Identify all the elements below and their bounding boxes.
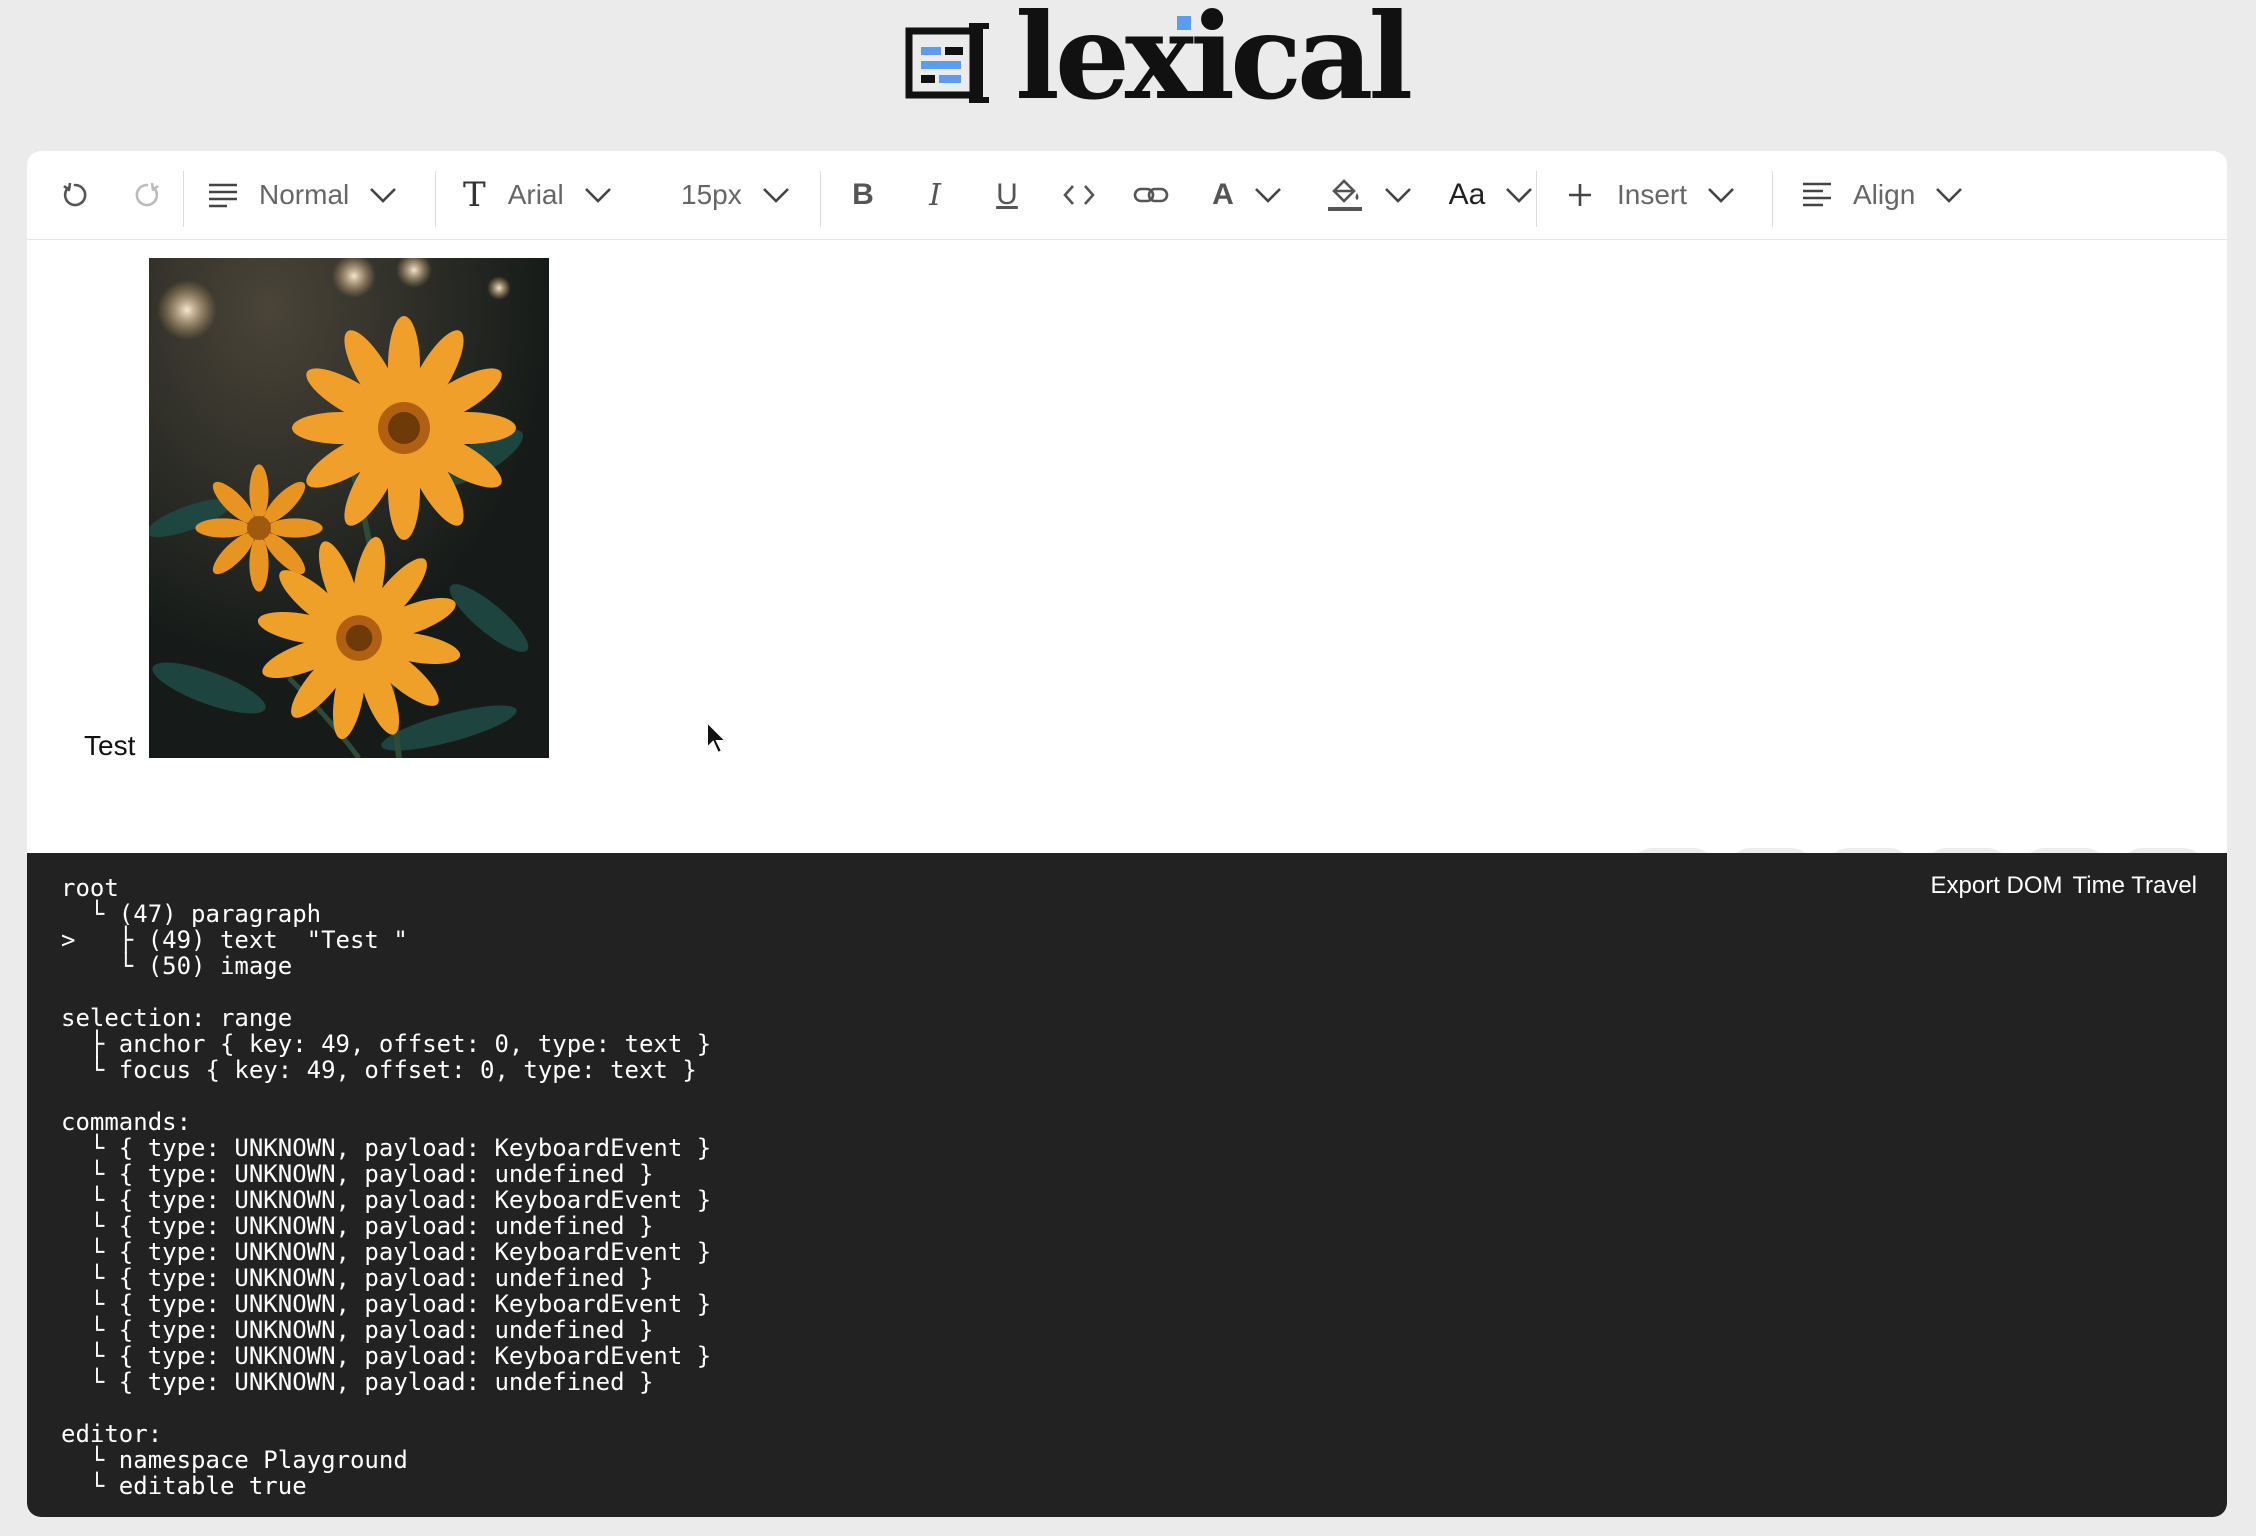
tree-view-output: root └ (47) paragraph > ├ (49) text "Test…: [61, 875, 711, 1499]
undo-icon: [63, 182, 87, 207]
link-icon: [1133, 187, 1169, 203]
tree-view-panel: Export DOM Time Travel root └ (47) parag…: [27, 853, 2227, 1517]
align-label: Align: [1853, 179, 1916, 210]
tree-line: └ { type: UNKNOWN, payload: KeyboardEven…: [61, 1134, 712, 1162]
tree-line: root: [61, 874, 119, 902]
toolbar-divider: [1536, 171, 1537, 227]
logo-text: lexical: [1015, 0, 1413, 126]
redo-icon: [135, 182, 159, 207]
chevron-down-icon: [584, 188, 611, 203]
tree-line: └ { type: UNKNOWN, payload: KeyboardEven…: [61, 1238, 712, 1266]
chevron-down-icon: [1254, 188, 1281, 203]
insert-dropdown[interactable]: Insert: [1567, 165, 1779, 225]
plus-icon: [1569, 184, 1591, 206]
tree-line: [61, 979, 711, 1005]
tree-line: └ namespace Playground: [61, 1446, 408, 1474]
tree-line: └ focus { key: 49, offset: 0, type: text…: [61, 1056, 697, 1084]
insert-label: Insert: [1617, 179, 1688, 210]
toolbar: Normal T Arial 15px B I U A Aa Insert Al…: [27, 151, 2227, 240]
export-dom-button[interactable]: Export DOM: [1931, 873, 2063, 899]
tree-line: └ { type: UNKNOWN, payload: undefined }: [61, 1316, 654, 1344]
font-family-icon: T: [463, 175, 486, 215]
underline-button[interactable]: U: [979, 165, 1035, 225]
link-button[interactable]: [1123, 165, 1179, 225]
tree-line: └ { type: UNKNOWN, payload: KeyboardEven…: [61, 1186, 712, 1214]
toolbar-divider: [183, 171, 184, 227]
tree-line: └ { type: UNKNOWN, payload: undefined }: [61, 1368, 654, 1396]
tree-line: └ (47) paragraph: [61, 900, 322, 928]
font-color-icon: A: [1212, 178, 1234, 211]
code-button[interactable]: [1051, 165, 1107, 225]
paragraph-icon: [209, 183, 237, 208]
editor-content[interactable]: Test: [27, 240, 2227, 939]
chevron-down-icon: [1936, 188, 1963, 203]
block-type-dropdown[interactable]: Normal: [207, 165, 427, 225]
tree-line: └ (50) image: [61, 952, 293, 980]
editor-shell: Normal T Arial 15px B I U A Aa Insert Al…: [27, 151, 2227, 1517]
chevron-down-icon: [1708, 188, 1734, 203]
toolbar-divider: [435, 171, 436, 227]
time-travel-button[interactable]: Time Travel: [2073, 873, 2197, 899]
font-family-label: Arial: [507, 179, 564, 210]
logo-accent-dot: [1177, 16, 1191, 30]
font-size-label: 15px: [681, 179, 742, 210]
underline-icon: U: [996, 178, 1018, 211]
tree-line: └ editable true: [61, 1472, 307, 1500]
font-color-dropdown[interactable]: A: [1197, 165, 1297, 225]
tree-view-actions: Export DOM Time Travel: [1931, 873, 2198, 899]
italic-icon: I: [929, 177, 941, 213]
chevron-down-icon: [370, 188, 397, 203]
text-case-dropdown[interactable]: Aa: [1441, 165, 1541, 225]
tree-line: └ { type: UNKNOWN, payload: undefined }: [61, 1212, 654, 1240]
italic-button[interactable]: I: [907, 165, 963, 225]
font-family-dropdown[interactable]: T Arial: [463, 165, 653, 225]
text-case-label: Aa: [1448, 178, 1486, 211]
toolbar-divider: [1772, 171, 1773, 227]
lexical-logo: lexical: [905, 0, 1413, 118]
align-dropdown[interactable]: Align: [1801, 165, 2001, 225]
tree-line: ├ anchor { key: 49, offset: 0, type: tex…: [61, 1030, 712, 1058]
toolbar-divider: [820, 171, 821, 227]
tree-line: └ { type: UNKNOWN, payload: KeyboardEven…: [61, 1342, 712, 1370]
tree-line: └ { type: UNKNOWN, payload: undefined }: [61, 1264, 654, 1292]
tree-line: > ├ (49) text "Test ": [61, 926, 408, 954]
chevron-down-icon: [1385, 188, 1411, 203]
tree-line: [61, 1395, 711, 1421]
tree-line: └ { type: UNKNOWN, payload: KeyboardEven…: [61, 1290, 712, 1318]
undo-button[interactable]: [47, 165, 103, 225]
redo-button[interactable]: [119, 165, 175, 225]
block-type-label: Normal: [259, 179, 350, 210]
lexical-logo-icon: [905, 23, 989, 103]
inline-image[interactable]: [149, 258, 549, 758]
chevron-down-icon: [762, 188, 789, 203]
chevron-down-icon: [1506, 188, 1533, 203]
bold-icon: B: [852, 178, 874, 211]
bold-button[interactable]: B: [835, 165, 891, 225]
tree-line: commands:: [61, 1108, 192, 1136]
bg-color-dropdown[interactable]: [1319, 165, 1419, 225]
font-size-dropdown[interactable]: 15px: [681, 165, 811, 225]
tree-line: editor:: [61, 1420, 163, 1448]
code-icon: [1063, 185, 1095, 205]
align-left-icon: [1803, 182, 1831, 207]
tree-line: └ { type: UNKNOWN, payload: undefined }: [61, 1160, 654, 1188]
flower-photo: [149, 258, 549, 758]
mouse-cursor-icon: [706, 720, 729, 755]
paragraph-text[interactable]: Test: [84, 730, 135, 762]
tree-line: [61, 1083, 711, 1109]
tree-line: selection: range: [61, 1004, 293, 1032]
bg-color-icon: [1328, 179, 1362, 211]
